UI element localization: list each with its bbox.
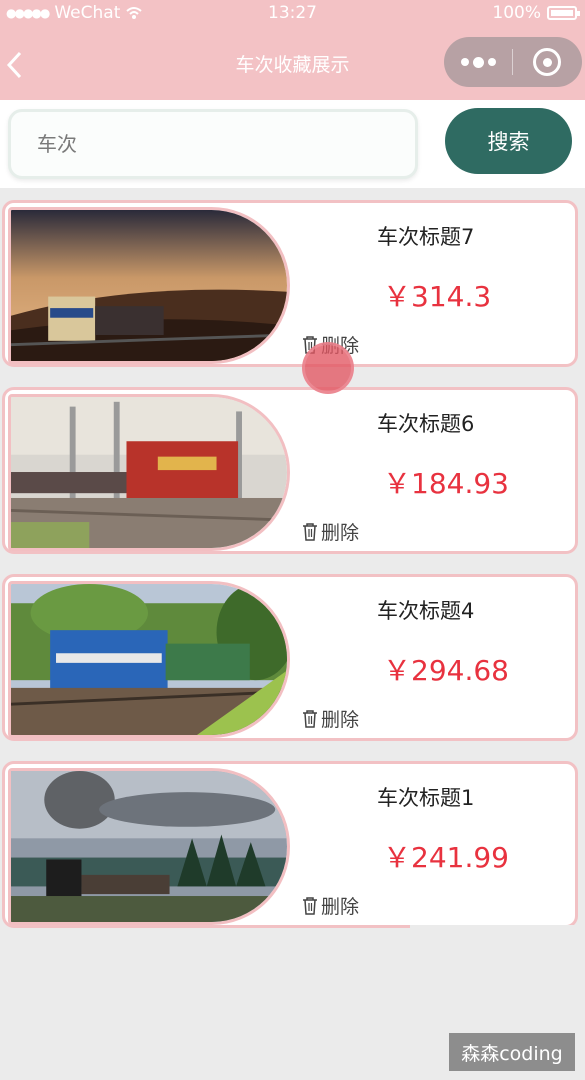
card-title: 车次标题4 bbox=[377, 599, 475, 623]
search-button[interactable]: 搜索 bbox=[445, 108, 572, 174]
battery-info: 100% bbox=[492, 3, 580, 23]
more-dots-icon bbox=[460, 58, 469, 66]
touch-indicator bbox=[302, 342, 354, 394]
list-item[interactable]: 车次标题6 ￥184.93 删除 bbox=[2, 387, 578, 554]
close-mini-program-button[interactable] bbox=[513, 37, 581, 87]
train-image bbox=[8, 207, 290, 364]
blank-area bbox=[410, 925, 585, 945]
train-image bbox=[8, 581, 290, 738]
watermark: 森森coding bbox=[449, 1033, 575, 1071]
list-item[interactable]: 车次标题4 ￥294.68 删除 bbox=[2, 574, 578, 741]
train-image bbox=[8, 394, 290, 551]
train-image bbox=[8, 768, 290, 925]
trash-icon bbox=[303, 896, 317, 915]
trash-icon bbox=[303, 709, 317, 728]
search-bar: 搜索 bbox=[0, 100, 585, 188]
target-circle-icon bbox=[533, 48, 561, 76]
delete-button[interactable]: 删除 bbox=[301, 705, 359, 732]
card-price: ￥241.99 bbox=[383, 841, 509, 874]
card-price: ￥184.93 bbox=[383, 467, 509, 500]
trash-icon bbox=[303, 522, 317, 541]
search-input[interactable] bbox=[8, 109, 418, 179]
card-price: ￥294.68 bbox=[383, 654, 509, 687]
card-title: 车次标题6 bbox=[377, 412, 475, 436]
more-dot-middle bbox=[472, 56, 484, 68]
delete-button[interactable]: 删除 bbox=[301, 518, 359, 545]
card-title: 车次标题1 bbox=[377, 786, 475, 810]
mini-program-capsule bbox=[444, 37, 582, 87]
card-title: 车次标题7 bbox=[377, 225, 475, 249]
card-price: ￥314.3 bbox=[383, 280, 492, 313]
battery-icon bbox=[547, 6, 580, 20]
more-dot-right bbox=[487, 58, 496, 66]
delete-label: 删除 bbox=[321, 896, 360, 918]
navigation-bar: 车次收藏展示 bbox=[0, 28, 585, 100]
list-item[interactable]: 车次标题1 ￥241.99 删除 bbox=[2, 761, 578, 928]
delete-label: 删除 bbox=[321, 522, 360, 544]
battery-level: 100% bbox=[492, 3, 541, 23]
delete-label: 删除 bbox=[321, 709, 360, 731]
more-button[interactable] bbox=[444, 37, 512, 87]
status-bar: ●●●●● WeChat 13:27 100% bbox=[0, 0, 585, 28]
list-item[interactable]: 车次标题7 ￥314.3 删除 bbox=[2, 200, 578, 367]
delete-button[interactable]: 删除 bbox=[301, 892, 359, 919]
